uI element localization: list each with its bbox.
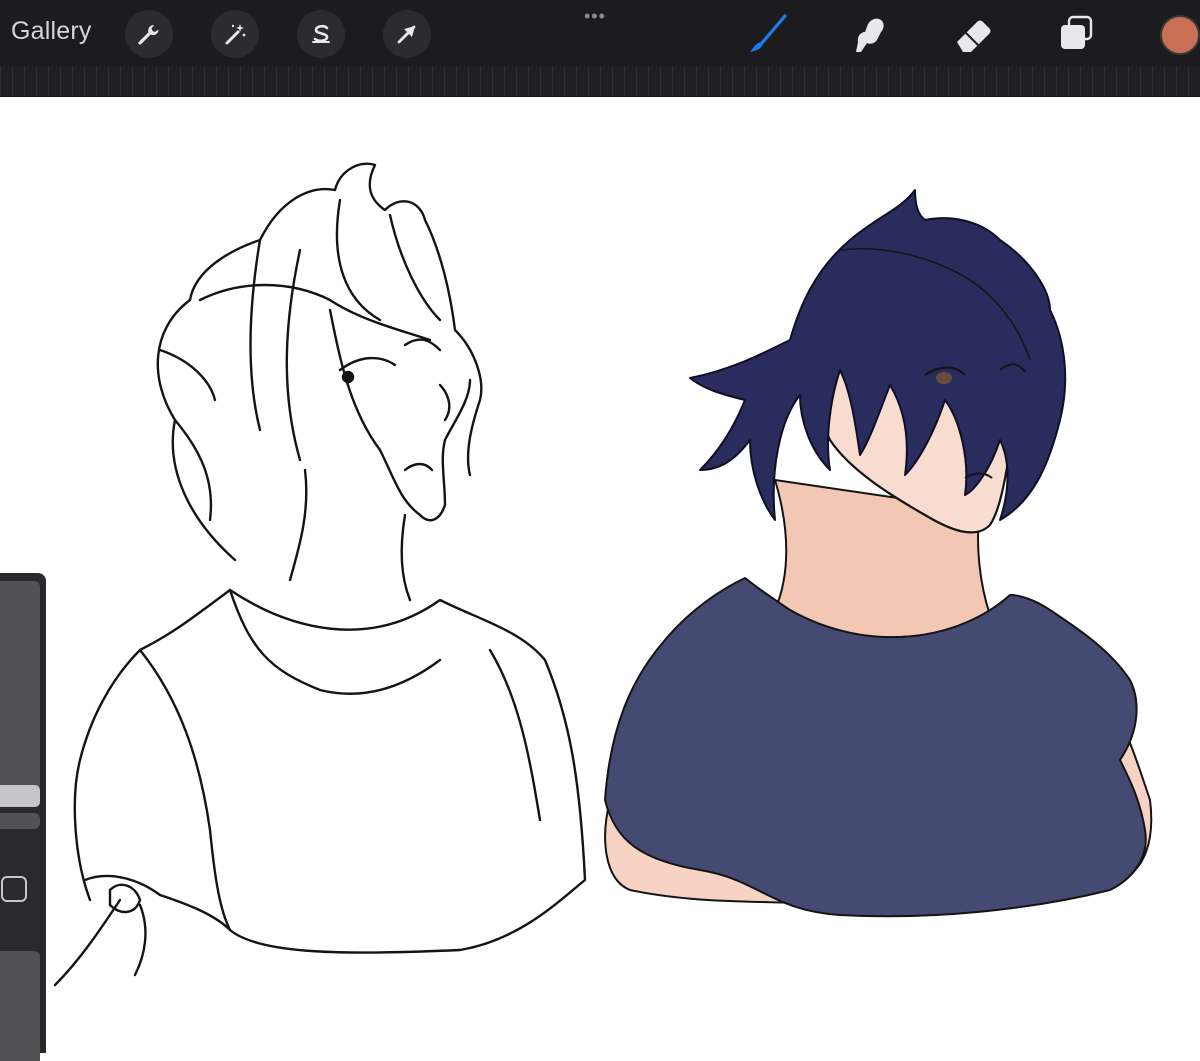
brush-size-slider-lower[interactable] — [0, 813, 40, 829]
eraser-icon — [957, 20, 991, 52]
layers-button[interactable] — [1054, 12, 1098, 56]
selection-s-icon — [312, 24, 330, 43]
magic-wand-icon — [225, 24, 246, 45]
right-colored-figure — [604, 189, 1153, 918]
brush-size-slider-thumb[interactable] — [0, 785, 40, 807]
smudge-tool-button[interactable] — [848, 12, 892, 56]
left-sketch-figure — [53, 162, 587, 987]
adjustments-button[interactable] — [211, 10, 259, 58]
layers-icon — [1061, 15, 1093, 49]
brush-size-slider[interactable] — [0, 581, 40, 791]
brush-icon — [750, 14, 787, 52]
arrow-cursor-icon — [397, 25, 416, 44]
drawing-canvas[interactable] — [0, 97, 1200, 1047]
canvas-artwork — [53, 162, 1153, 987]
top-toolbar: Gallery ••• — [0, 0, 1200, 66]
more-menu-icon[interactable]: ••• — [584, 6, 606, 27]
gallery-button[interactable]: Gallery — [11, 17, 92, 46]
actions-button[interactable] — [125, 10, 173, 58]
smudge-icon — [856, 18, 884, 52]
selection-button[interactable] — [297, 10, 345, 58]
eraser-tool-button[interactable] — [951, 12, 995, 56]
transform-button[interactable] — [383, 10, 431, 58]
wrench-icon — [138, 25, 159, 45]
modify-square-button[interactable] — [1, 876, 27, 902]
toolbar-ruler — [0, 66, 1200, 97]
brush-tool-button[interactable] — [745, 12, 789, 56]
brush-sidebar — [0, 573, 46, 1061]
brush-opacity-slider[interactable] — [0, 951, 40, 1061]
color-picker-button[interactable] — [1160, 15, 1200, 55]
